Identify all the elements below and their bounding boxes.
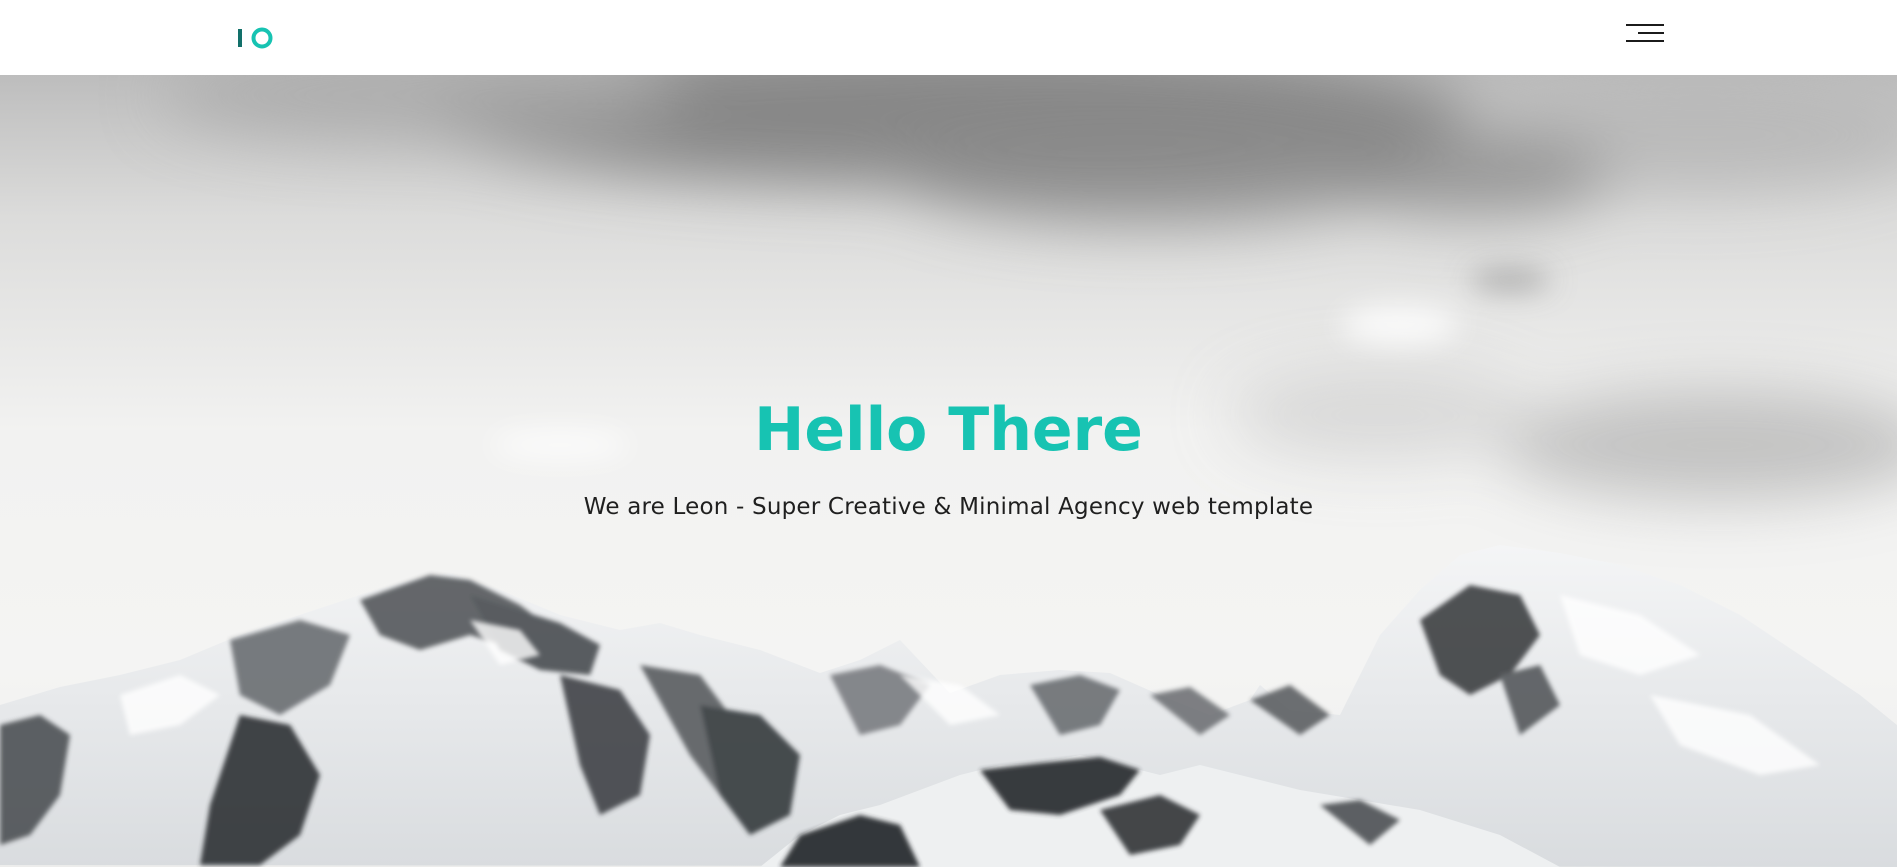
- hamburger-menu-icon[interactable]: [1622, 20, 1664, 48]
- site-header: [0, 0, 1897, 75]
- logo-ring: [251, 27, 273, 49]
- menu-line-bottom: [1626, 40, 1664, 42]
- hero-title: Hello There: [754, 395, 1143, 465]
- io-logo-icon[interactable]: [236, 23, 276, 53]
- hero-content: Hello There We are Leon - Super Creative…: [0, 390, 1897, 522]
- menu-line-middle: [1638, 32, 1664, 34]
- hero-subtitle: We are Leon - Super Creative & Minimal A…: [583, 494, 1314, 520]
- menu-line-top: [1626, 24, 1664, 26]
- logo-bar: [238, 29, 242, 47]
- hero-section: Hello There We are Leon - Super Creative…: [0, 75, 1897, 867]
